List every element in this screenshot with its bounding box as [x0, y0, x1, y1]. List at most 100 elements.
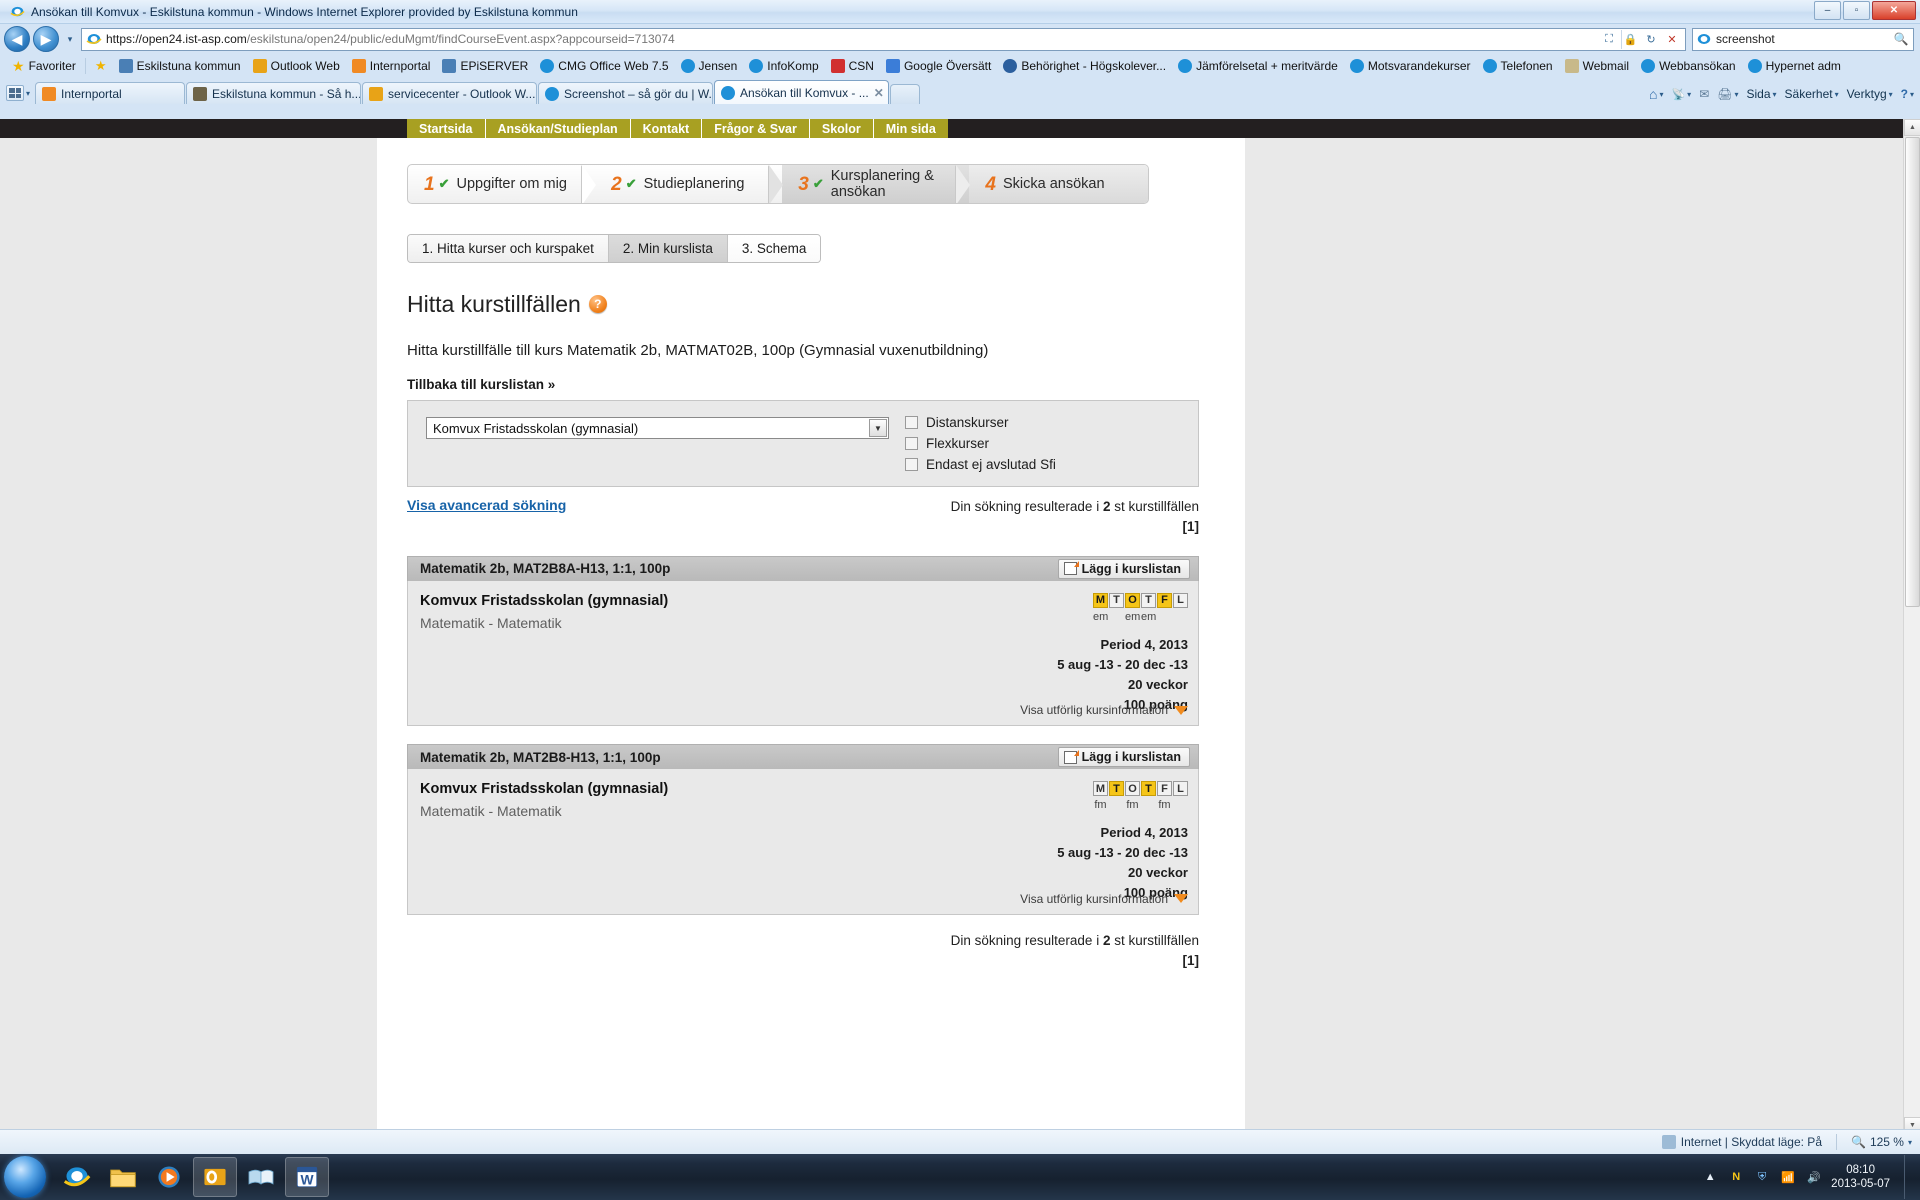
- address-input[interactable]: https://open24.ist-asp.com/eskilstuna/op…: [81, 27, 1686, 51]
- close-button[interactable]: ✕: [1872, 1, 1916, 20]
- browser-tab-active[interactable]: Ansökan till Komvux - ... ✕: [714, 80, 890, 104]
- favorite-item[interactable]: InfoKomp: [743, 56, 824, 76]
- favorite-item[interactable]: CSN: [825, 56, 880, 76]
- stop-icon[interactable]: ✕: [1663, 30, 1681, 49]
- print-button[interactable]: 🖨 ▾: [1717, 87, 1738, 101]
- favorite-item[interactable]: Hypernet adm: [1742, 56, 1847, 76]
- search-submit-icon[interactable]: 🔍: [1892, 30, 1910, 49]
- tools-menu-button[interactable]: Verktyg ▾: [1847, 87, 1893, 101]
- start-button[interactable]: [4, 1156, 46, 1198]
- browser-tab[interactable]: Internportal: [35, 82, 186, 104]
- tab-schema[interactable]: 3. Schema: [727, 235, 821, 262]
- checkbox-flexkurser[interactable]: Flexkurser: [905, 436, 1056, 451]
- favorites-button[interactable]: ★ Favoriter: [6, 56, 82, 76]
- security-lock-icon[interactable]: 🔒: [1621, 29, 1639, 49]
- safety-menu-button[interactable]: Säkerhet ▾: [1785, 87, 1839, 101]
- norton-icon[interactable]: N: [1727, 1168, 1745, 1186]
- favorite-item[interactable]: Telefonen: [1477, 56, 1559, 76]
- add-to-favorites-button[interactable]: ★: [89, 56, 113, 76]
- tab-list-caret-icon[interactable]: ▾: [26, 89, 30, 98]
- browser-tab[interactable]: Eskilstuna kommun - Så h...: [186, 82, 362, 104]
- favorite-item[interactable]: Webmail: [1559, 56, 1635, 76]
- favorite-item[interactable]: Motsvarandekurser: [1344, 56, 1477, 76]
- scroll-up-button[interactable]: ▲: [1904, 119, 1920, 136]
- wizard-step-2[interactable]: 2 ✔ Studieplanering: [595, 165, 784, 203]
- close-icon[interactable]: ✕: [874, 86, 884, 100]
- browser-tab[interactable]: Screenshot – så gör du | W...: [538, 82, 714, 104]
- checkbox-endast-ej-avslutad-sfi[interactable]: Endast ej avslutad Sfi: [905, 457, 1056, 472]
- favorite-item[interactable]: Webbansökan: [1635, 56, 1742, 76]
- favorite-item[interactable]: Outlook Web: [247, 56, 346, 76]
- taskbar-explorer-folder[interactable]: [101, 1157, 145, 1197]
- nav-item-min-sida[interactable]: Min sida: [873, 119, 948, 138]
- pagination-top[interactable]: [1]: [951, 517, 1200, 537]
- favorite-item[interactable]: CMG Office Web 7.5: [534, 56, 674, 76]
- scrollbar-thumb[interactable]: [1905, 137, 1920, 607]
- compatibility-view-icon[interactable]: ⛶: [1600, 30, 1618, 49]
- show-hidden-icons-button[interactable]: ▲: [1701, 1168, 1719, 1186]
- show-more-info-link[interactable]: Visa utförlig kursinformation: [1020, 892, 1188, 906]
- wizard-step-3[interactable]: 3 ✔ Kursplanering & ansökan: [782, 165, 971, 203]
- nav-item-kontakt[interactable]: Kontakt: [630, 119, 703, 138]
- minimize-button[interactable]: –: [1814, 1, 1841, 20]
- favorite-item[interactable]: Internportal: [346, 56, 437, 76]
- show-more-info-link[interactable]: Visa utförlig kursinformation: [1020, 703, 1188, 717]
- feeds-button[interactable]: 📡 ▾: [1671, 88, 1691, 101]
- wizard-step-1[interactable]: 1 ✔ Uppgifter om mig: [408, 165, 597, 203]
- taskbar-internet-explorer[interactable]: [55, 1157, 99, 1197]
- checkbox-distanskurser[interactable]: Distanskurser: [905, 415, 1056, 430]
- back-button[interactable]: ◀: [4, 26, 30, 52]
- taskbar-media-player[interactable]: [147, 1157, 191, 1197]
- volume-icon[interactable]: 🔊: [1805, 1168, 1823, 1186]
- nav-item-skolor[interactable]: Skolor: [809, 119, 874, 138]
- quick-tabs-icon[interactable]: [6, 85, 24, 101]
- mail-button[interactable]: ✉: [1699, 87, 1709, 101]
- show-desktop-button[interactable]: [1904, 1155, 1914, 1199]
- nav-item-fragor-svar[interactable]: Frågor & Svar: [702, 119, 810, 138]
- page-menu-button[interactable]: Sida ▾: [1747, 87, 1777, 101]
- forward-button[interactable]: ▶: [33, 26, 59, 52]
- back-to-course-list-link[interactable]: Tillbaka till kurslistan »: [407, 377, 1245, 392]
- search-box[interactable]: screenshot 🔍: [1692, 27, 1914, 51]
- nav-item-startsida[interactable]: Startsida: [407, 119, 486, 138]
- wizard-step-4[interactable]: 4 Skicka ansökan: [969, 165, 1148, 203]
- tab-hitta-kurser[interactable]: 1. Hitta kurser och kurspaket: [408, 235, 609, 262]
- checkbox-box[interactable]: [905, 416, 918, 429]
- help-icon[interactable]: ?: [588, 295, 607, 313]
- add-to-course-list-button[interactable]: Lägg i kurslistan: [1057, 747, 1190, 768]
- school-select[interactable]: Komvux Fristadsskolan (gymnasial) ▼: [426, 417, 889, 439]
- new-tab-button[interactable]: [890, 84, 921, 104]
- taskbar-books-app[interactable]: [239, 1157, 283, 1197]
- favorite-item[interactable]: Jämförelsetal + meritvärde: [1172, 56, 1344, 76]
- refresh-icon[interactable]: ↻: [1642, 30, 1660, 49]
- favorite-item[interactable]: Behörighet - Högskolever...: [997, 56, 1172, 76]
- weekday-indicators: M T O T F L: [1057, 592, 1188, 608]
- tab-min-kurslista[interactable]: 2. Min kurslista: [608, 235, 728, 262]
- advanced-search-link[interactable]: Visa avancerad sökning: [407, 497, 566, 513]
- search-input-value[interactable]: screenshot: [1716, 32, 1892, 46]
- favorite-item[interactable]: EPiSERVER: [436, 56, 534, 76]
- taskbar-word[interactable]: W: [285, 1157, 329, 1197]
- browser-tab[interactable]: servicecenter - Outlook W...: [362, 82, 538, 104]
- shield-icon[interactable]: ⛨: [1753, 1168, 1771, 1186]
- vertical-scrollbar[interactable]: ▲ ▼: [1903, 119, 1920, 1134]
- zoom-control[interactable]: 🔍 125 % ▾: [1851, 1135, 1912, 1149]
- favorite-item[interactable]: Google Översätt: [880, 56, 997, 76]
- clock[interactable]: 08:10 2013-05-07: [1831, 1163, 1896, 1192]
- add-to-course-list-button[interactable]: Lägg i kurslistan: [1057, 558, 1190, 579]
- maximize-button[interactable]: ▫: [1843, 1, 1870, 20]
- help-menu-button[interactable]: ? ▾: [1901, 87, 1914, 101]
- pagination-bottom[interactable]: [1]: [407, 951, 1200, 971]
- chevron-down-icon[interactable]: ▼: [869, 419, 887, 437]
- favorite-item[interactable]: Eskilstuna kommun: [113, 56, 247, 76]
- network-icon[interactable]: 📶: [1779, 1168, 1797, 1186]
- checkbox-box[interactable]: [905, 437, 918, 450]
- home-button[interactable]: ⌂ ▾: [1649, 86, 1663, 102]
- nav-item-ansokan-studieplan[interactable]: Ansökan/Studieplan: [485, 119, 631, 138]
- checkbox-box[interactable]: [905, 458, 918, 471]
- favorite-item[interactable]: Jensen: [675, 56, 744, 76]
- course-period: Period 4, 2013: [1100, 636, 1188, 652]
- taskbar-outlook[interactable]: [193, 1157, 237, 1197]
- chevron-down-icon[interactable]: ▾: [1908, 1138, 1912, 1147]
- history-dropdown-icon[interactable]: ▾: [62, 27, 78, 51]
